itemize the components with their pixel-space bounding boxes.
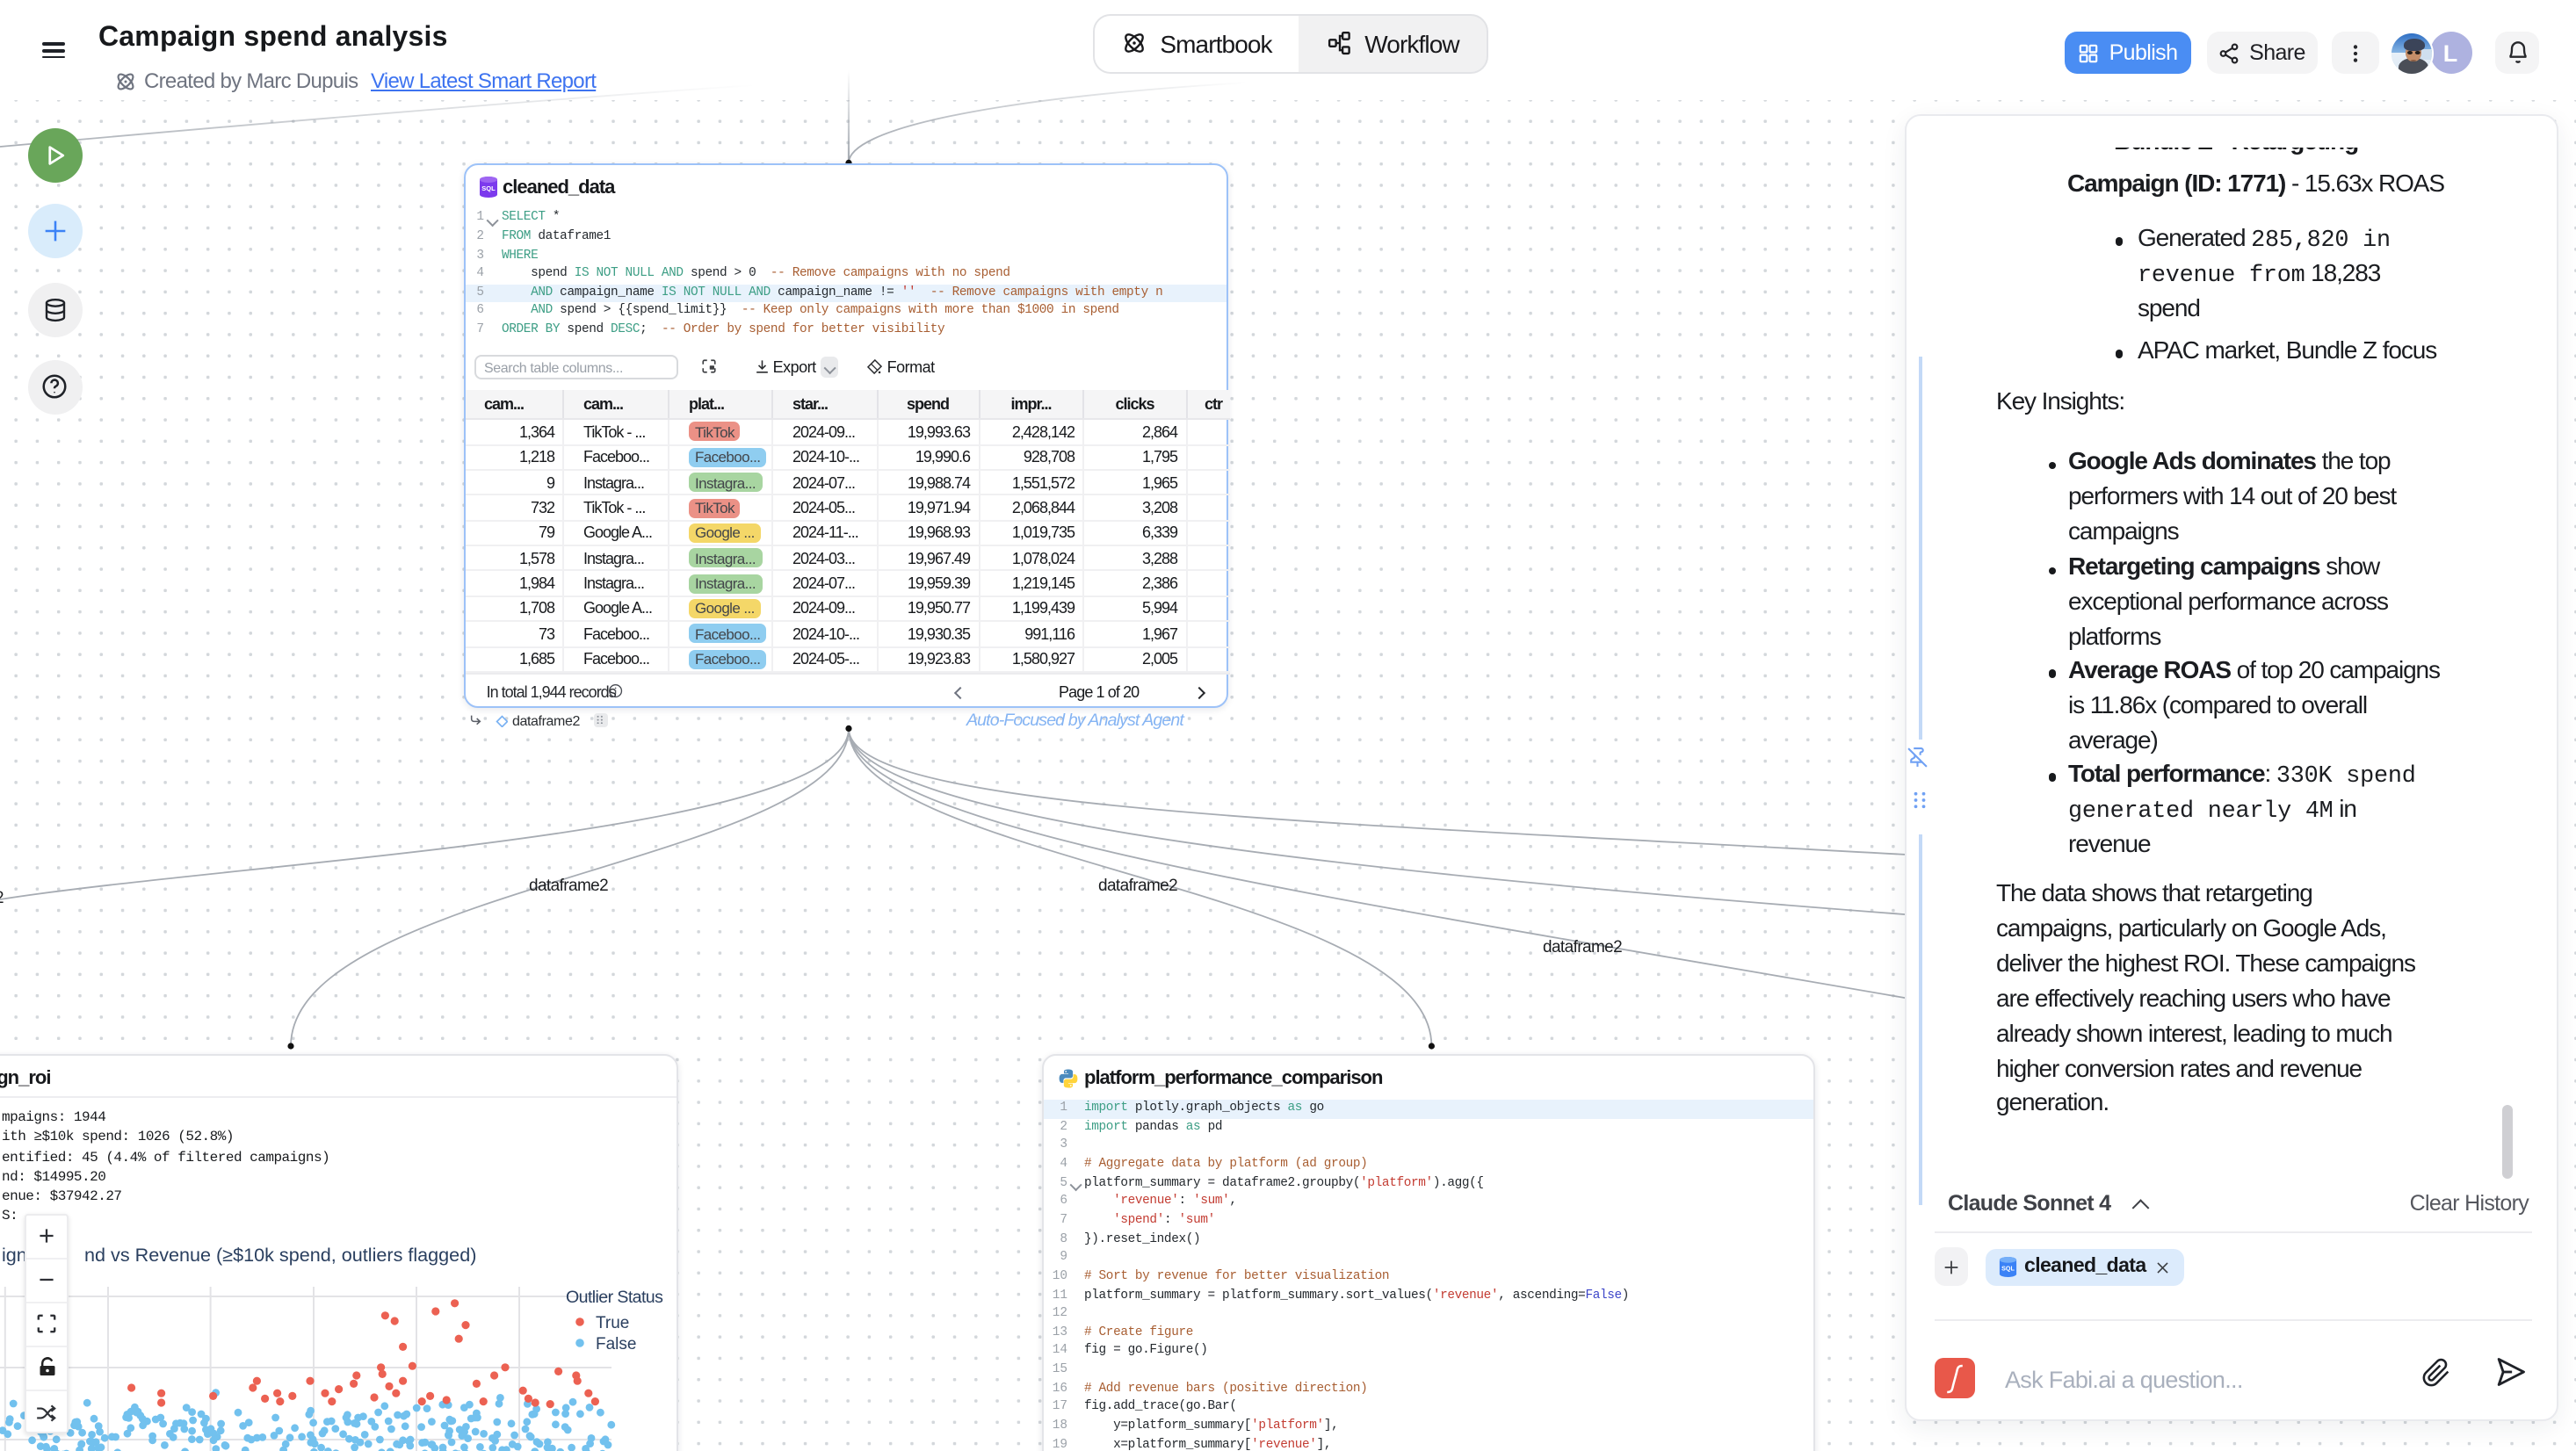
svg-text:SQL: SQL — [481, 184, 495, 192]
svg-text:Outlier Status: Outlier Status — [566, 1287, 663, 1306]
svg-text:SQL: SQL — [2001, 1265, 2014, 1272]
svg-text:True: True — [596, 1313, 629, 1332]
svg-text:False: False — [596, 1334, 636, 1353]
svg-text:nd vs Revenue (≥$10k spend, ou: nd vs Revenue (≥$10k spend, outliers fla… — [84, 1243, 476, 1265]
svg-text:ign: ign — [2, 1243, 27, 1265]
